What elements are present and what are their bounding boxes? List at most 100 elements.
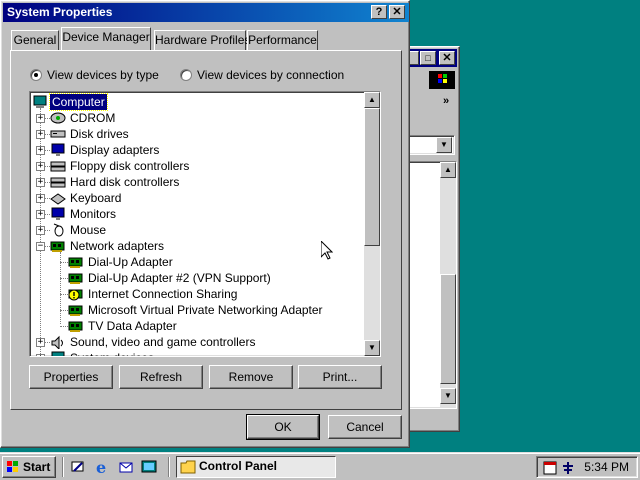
warning-network-icon [68,289,83,301]
taskbar-task-label: Control Panel [199,459,278,473]
internet-explorer-icon[interactable]: e [95,459,111,475]
collapse-icon[interactable]: − [36,242,45,251]
taskbar-separator [168,457,170,477]
expand-icon[interactable]: + [36,338,45,347]
scheduler-icon[interactable] [542,460,558,476]
close-button[interactable]: ✕ [389,5,405,19]
tree-item[interactable]: Dial-Up Adapter [30,254,360,270]
remove-button[interactable]: Remove [209,365,293,389]
tree-item-label: Monitors [70,207,117,221]
tree-item[interactable]: + Hard disk controllers [30,174,360,190]
refresh-button[interactable]: Refresh [119,365,203,389]
tree-item[interactable]: + Display adapters [30,142,360,158]
tree-item-label: Hard disk controllers [70,175,180,189]
taskbar: Start e Control Panel 5:34 PM [0,452,640,480]
controller-icon [50,177,66,188]
tree-item[interactable]: Computer [30,93,360,111]
computer-icon [33,95,47,108]
view-by-connection-label[interactable]: View devices by connection [197,68,344,82]
tree-item[interactable]: Dial-Up Adapter #2 (VPN Support) [30,270,360,286]
expand-icon[interactable]: + [36,130,45,139]
dropdown-arrow-icon[interactable]: ▼ [436,137,452,153]
expand-icon[interactable]: + [36,354,45,356]
outlook-express-icon[interactable] [118,459,134,475]
network-card-icon [68,321,83,332]
tree-item[interactable]: TV Data Adapter [30,318,360,334]
view-by-connection-radio[interactable] [180,69,192,81]
network-card-icon [50,241,65,252]
tree-item[interactable]: Internet Connection Sharing [30,286,360,302]
tree-item-label: Display adapters [70,143,160,157]
sound-icon [51,335,63,349]
tree-item[interactable]: + Mouse [30,222,360,238]
tab-general[interactable]: General [11,30,59,50]
computer-icon [51,351,65,356]
scroll-up-icon[interactable]: ▲ [440,162,456,178]
tree-item[interactable]: + Monitors [30,206,360,222]
start-label: Start [23,459,51,474]
dialog-titlebar[interactable]: System Properties ? ✕ [3,3,409,22]
tree-item[interactable]: + Floppy disk controllers [30,158,360,174]
system-tray: 5:34 PM [536,456,638,478]
maximize-button[interactable]: □ [420,51,436,65]
mouse-pointer-icon [321,241,333,260]
dialog-title: System Properties [7,5,113,19]
scroll-down-icon[interactable]: ▼ [440,388,456,404]
chevron-icon[interactable]: » [443,95,449,107]
tree-item[interactable]: Microsoft Virtual Private Networking Ada… [30,302,360,318]
print-button[interactable]: Print... [298,365,382,389]
expand-icon[interactable]: + [36,210,45,219]
view-by-type-radio[interactable] [30,69,42,81]
keyboard-icon [50,193,66,205]
show-desktop-icon[interactable] [70,459,86,475]
tree-item-label: Dial-Up Adapter #2 (VPN Support) [88,271,271,285]
address-combo[interactable]: ▼ [403,135,455,155]
scroll-up-icon[interactable]: ▲ [364,92,380,108]
clock[interactable]: 5:34 PM [584,460,629,474]
expand-icon[interactable]: + [36,146,45,155]
tree-item-label: Internet Connection Sharing [88,287,238,301]
expand-icon[interactable]: + [36,114,45,123]
channels-icon[interactable] [141,459,157,475]
tree-scrollbar[interactable]: ▲ ▼ [364,92,380,356]
controller-icon [50,161,66,172]
scroll-thumb[interactable] [440,274,456,384]
taskbar-separator [62,457,64,477]
start-button[interactable]: Start [2,456,56,478]
tree-item[interactable]: + CDROM [30,110,360,126]
tab-device-manager[interactable]: Device Manager [61,27,151,50]
device-tree[interactable]: Computer + CDROM + Disk drives + Display adapt… [29,91,381,357]
monitor-icon [51,207,65,220]
view-by-type-label[interactable]: View devices by type [47,68,159,82]
expand-icon[interactable]: + [36,178,45,187]
network-card-icon [68,305,83,316]
tree-item-label: Network adapters [70,239,165,253]
tab-hardware-profiles[interactable]: Hardware Profiles [154,30,250,50]
help-button[interactable]: ? [371,5,387,19]
tree-item[interactable]: + Keyboard [30,190,360,206]
background-list-pane[interactable]: ▲ ▼ [403,161,457,409]
tree-item-label: Floppy disk controllers [70,159,190,173]
tree-item-label: Microsoft Virtual Private Networking Ada… [88,303,323,317]
system-properties-dialog[interactable]: System Properties ? ✕ General Device Man… [0,0,410,448]
tab-performance[interactable]: Performance [247,30,318,50]
cancel-button[interactable]: Cancel [328,415,402,439]
properties-button[interactable]: Properties [29,365,113,389]
background-close-button[interactable]: ✕ [439,51,455,65]
expand-icon[interactable]: + [36,162,45,171]
tree-item[interactable]: − Network adapters [30,238,360,254]
scroll-down-icon[interactable]: ▼ [364,340,380,356]
background-scrollbar[interactable]: ▲ ▼ [440,162,456,408]
windows-logo-icon [429,71,455,89]
expand-icon[interactable]: + [36,194,45,203]
ok-button[interactable]: OK [246,414,320,440]
tree-item[interactable]: + System devices [30,350,360,356]
expand-icon[interactable]: + [36,226,45,235]
tree-item-label: System devices [68,350,156,356]
taskbar-control-panel-button[interactable]: Control Panel [176,456,336,478]
tree-item[interactable]: + Disk drives [30,126,360,142]
tree-item-label: Keyboard [70,191,122,205]
scroll-thumb[interactable] [364,108,380,246]
network-tray-icon[interactable] [560,460,576,476]
tree-item[interactable]: + Sound, video and game controllers [30,334,360,350]
